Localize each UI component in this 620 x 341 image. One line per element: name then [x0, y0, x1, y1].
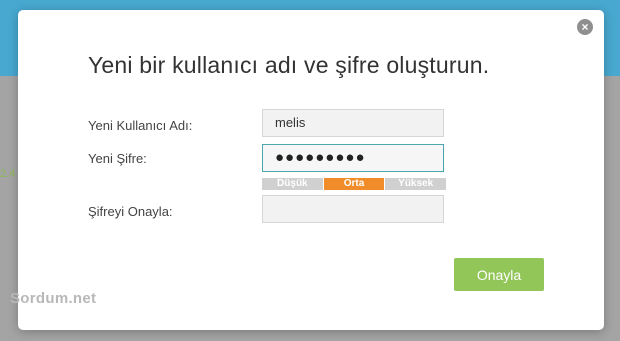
strength-high: Yüksek	[385, 178, 447, 190]
password-label: Yeni Şifre:	[88, 151, 147, 166]
confirm-password-label: Şifreyi Onayla:	[88, 204, 173, 219]
background-side-text: 2.4	[0, 168, 16, 180]
create-credentials-dialog: × Yeni bir kullanıcı adı ve şifre oluştu…	[18, 10, 604, 330]
dialog-title: Yeni bir kullanıcı adı ve şifre oluşturu…	[88, 52, 490, 78]
strength-medium: Orta	[323, 178, 385, 190]
close-icon[interactable]: ×	[577, 19, 593, 35]
password-field[interactable]: ●●●●●●●●●	[262, 144, 444, 172]
password-strength-meter: Düşük Orta Yüksek	[262, 178, 447, 190]
username-field[interactable]: melis	[262, 109, 444, 137]
watermark: Sordum.net	[10, 290, 97, 307]
strength-low: Düşük	[262, 178, 323, 190]
username-label: Yeni Kullanıcı Adı:	[88, 118, 193, 133]
confirm-password-field[interactable]	[262, 195, 444, 223]
confirm-button[interactable]: Onayla	[454, 258, 544, 291]
